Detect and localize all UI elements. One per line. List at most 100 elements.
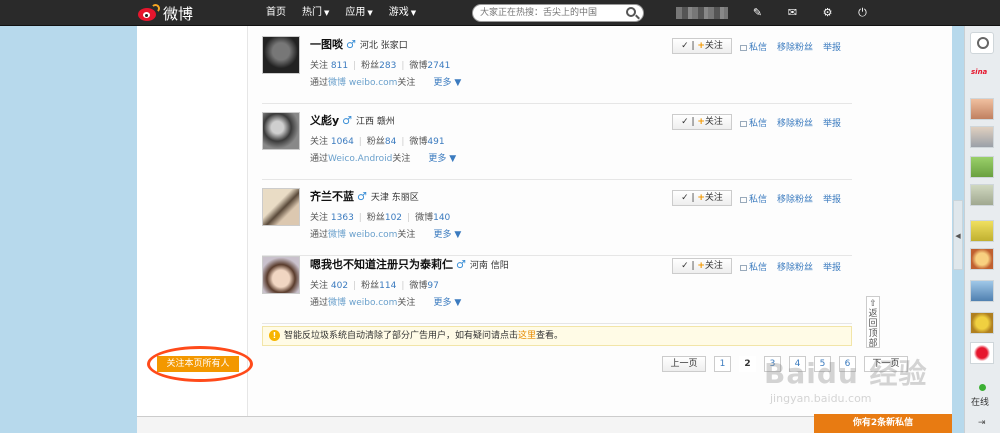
search-icon[interactable] <box>626 7 636 17</box>
message-link[interactable]: 私信 <box>749 195 767 205</box>
user-name[interactable]: 齐兰不蓝 <box>310 190 354 203</box>
watermark: Baidu 经验 jingyan.baidu.com <box>764 352 954 412</box>
list-item: 齐兰不蓝 ♂ 天津 东丽区 关注 1363 | 粉丝102 | 微博140 通过微博 wei… <box>262 180 852 256</box>
new-message-notification[interactable]: 你有2条新私信 <box>814 414 952 433</box>
more-dropdown[interactable]: 更多 ▼ <box>428 154 456 164</box>
avatar[interactable] <box>262 188 300 226</box>
fans-count[interactable]: 114 <box>379 281 396 291</box>
user-name[interactable]: 义彪y <box>310 114 339 127</box>
page-current: 2 <box>739 356 756 372</box>
page-link[interactable]: 1 <box>714 356 731 372</box>
power-icon[interactable]: ⏻ <box>845 0 880 26</box>
collapse-sidebar-tab[interactable]: ◀ <box>953 200 963 270</box>
following-count[interactable]: 811 <box>331 61 348 71</box>
notice-link[interactable]: 这里 <box>518 331 536 341</box>
remove-fan-link[interactable]: 移除粉丝 <box>777 263 813 273</box>
user-location: 江西 赣州 <box>356 117 395 127</box>
nav-apps[interactable]: 应用 ▼ <box>337 0 380 26</box>
fans-count[interactable]: 84 <box>385 137 396 147</box>
message-link[interactable]: 私信 <box>749 119 767 129</box>
user-location: 河南 信阳 <box>469 261 509 271</box>
nav-hot[interactable]: 热门 ▼ <box>294 0 337 26</box>
sidebar-search-icon[interactable] <box>970 32 994 54</box>
check-icon: ✓ <box>681 193 689 203</box>
sidebar-avatar[interactable] <box>970 280 994 302</box>
online-status[interactable]: 在线 <box>971 395 989 408</box>
message-icon <box>740 264 747 271</box>
weibo-count[interactable]: 140 <box>433 213 450 223</box>
source-link[interactable]: Weico.Android <box>328 154 392 164</box>
user-location: 天津 东丽区 <box>370 193 419 203</box>
weibo-logo[interactable]: 微博 <box>137 3 193 23</box>
edit-icon[interactable]: ✎ <box>740 0 775 26</box>
follow-source: 通过微博 weibo.com关注 更多 ▼ <box>310 298 462 308</box>
user-location: 河北 张家口 <box>359 41 408 51</box>
message-link[interactable]: 私信 <box>749 263 767 273</box>
weibo-eye-icon <box>137 4 160 22</box>
source-link[interactable]: 微博 weibo.com <box>328 78 397 88</box>
more-dropdown[interactable]: 更多 ▼ <box>433 298 461 308</box>
user-name[interactable]: 一图啖 <box>310 38 343 51</box>
online-status-icon <box>979 384 986 391</box>
sidebar-avatar[interactable] <box>970 248 994 270</box>
logo-text: 微博 <box>163 4 194 23</box>
avatar[interactable] <box>262 256 300 294</box>
avatar[interactable] <box>262 36 300 74</box>
username-blurred[interactable] <box>676 7 728 19</box>
back-to-top-button[interactable]: ⇧ 返回顶部 <box>866 296 880 349</box>
sina-logo[interactable]: sina <box>971 68 995 82</box>
nav-home[interactable]: 首页 <box>258 0 294 26</box>
follow-button[interactable]: ✓ | +关注 <box>672 38 732 54</box>
row-actions: 私信 移除粉丝 举报 <box>740 40 841 53</box>
message-icon <box>740 196 747 203</box>
nav-games[interactable]: 游戏 ▼ <box>381 0 424 26</box>
user-stats: 关注 1363 | 粉丝102 | 微博140 <box>310 213 451 223</box>
row-actions: 私信 移除粉丝 举报 <box>740 260 841 273</box>
message-link[interactable]: 私信 <box>749 43 767 53</box>
fans-count[interactable]: 283 <box>379 61 396 71</box>
remove-fan-link[interactable]: 移除粉丝 <box>777 43 813 53</box>
source-link[interactable]: 微博 weibo.com <box>328 298 397 308</box>
report-link[interactable]: 举报 <box>823 43 841 53</box>
pin-icon[interactable]: ⇥ <box>978 418 986 428</box>
more-dropdown[interactable]: 更多 ▼ <box>433 78 461 88</box>
message-icon <box>740 44 747 51</box>
right-sidebar: sina 在线 ⇥ <box>964 26 1000 433</box>
source-link[interactable]: 微博 weibo.com <box>328 230 397 240</box>
report-link[interactable]: 举报 <box>823 119 841 129</box>
sidebar-avatar[interactable] <box>970 184 994 206</box>
report-link[interactable]: 举报 <box>823 263 841 273</box>
avatar[interactable] <box>262 112 300 150</box>
sidebar-avatar[interactable] <box>970 98 994 120</box>
weibo-count[interactable]: 2741 <box>427 61 450 71</box>
gear-icon[interactable]: ⚙ <box>810 0 845 26</box>
user-name[interactable]: 嗯我也不知道注册只为泰莉仁 <box>310 258 453 271</box>
plus-icon: + <box>697 117 705 127</box>
following-count[interactable]: 1064 <box>331 137 354 147</box>
user-stats: 关注 811 | 粉丝283 | 微博2741 <box>310 61 451 71</box>
page-background <box>0 26 137 414</box>
sidebar-avatar[interactable] <box>970 312 994 334</box>
sidebar-avatar[interactable] <box>970 126 994 148</box>
following-count[interactable]: 1363 <box>331 213 354 223</box>
user-stats: 关注 402 | 粉丝114 | 微博97 <box>310 281 439 291</box>
remove-fan-link[interactable]: 移除粉丝 <box>777 119 813 129</box>
follow-button[interactable]: ✓ | +关注 <box>672 114 732 130</box>
chevron-down-icon: ▼ <box>367 9 373 17</box>
sidebar-avatar[interactable] <box>970 220 994 242</box>
mail-icon[interactable]: ✉ <box>775 0 810 26</box>
report-link[interactable]: 举报 <box>823 195 841 205</box>
remove-fan-link[interactable]: 移除粉丝 <box>777 195 813 205</box>
weibo-count[interactable]: 97 <box>427 281 438 291</box>
weibo-app-icon[interactable] <box>970 342 994 364</box>
weibo-count[interactable]: 491 <box>427 137 444 147</box>
row-actions: 私信 移除粉丝 举报 <box>740 116 841 129</box>
follow-button[interactable]: ✓ | +关注 <box>672 258 732 274</box>
follow-button[interactable]: ✓ | +关注 <box>672 190 732 206</box>
prev-page-button[interactable]: 上一页 <box>662 356 706 372</box>
following-count[interactable]: 402 <box>331 281 348 291</box>
fans-count[interactable]: 102 <box>385 213 402 223</box>
search-input[interactable] <box>480 5 620 21</box>
sidebar-avatar[interactable] <box>970 156 994 178</box>
more-dropdown[interactable]: 更多 ▼ <box>433 230 461 240</box>
